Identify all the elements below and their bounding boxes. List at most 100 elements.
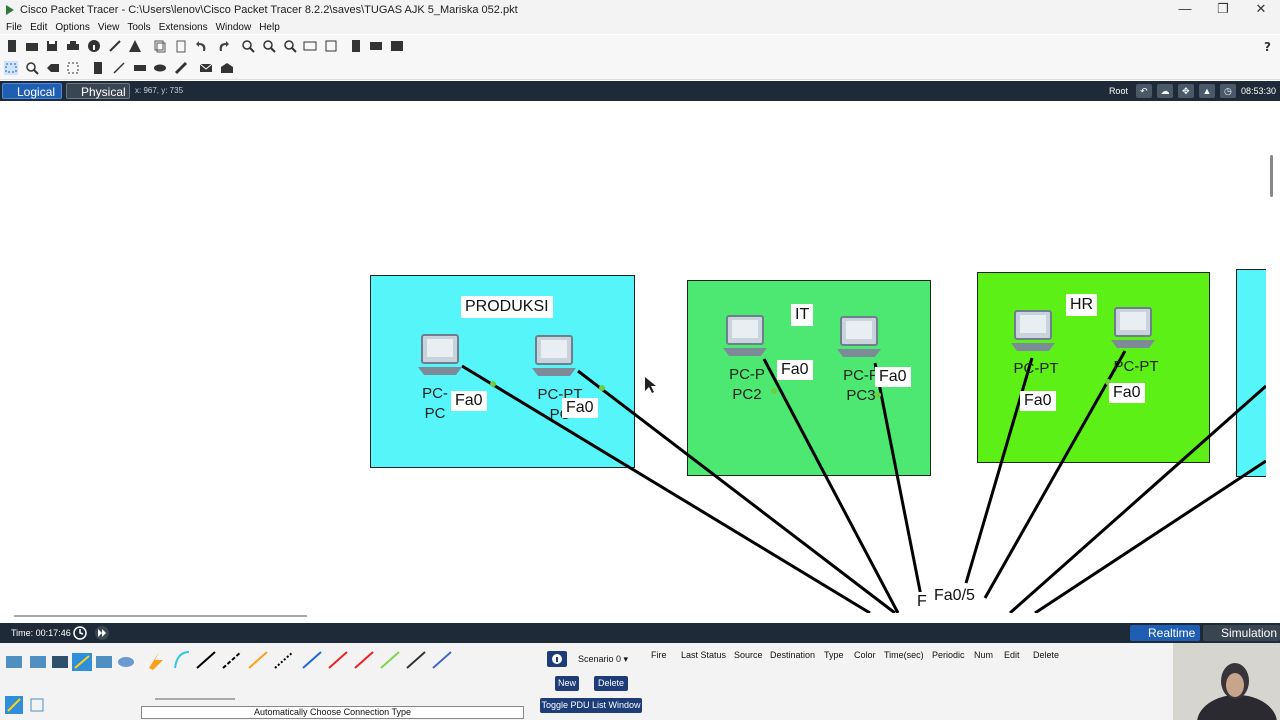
menu-bar: File Edit Options View Tools Extensions …: [0, 20, 1280, 34]
device-category-icons[interactable]: [4, 652, 136, 672]
maximize-button[interactable]: ❐: [1204, 0, 1242, 20]
delete-scenario-button[interactable]: Delete: [594, 676, 628, 691]
switch-port-label: Fa0/5: [930, 586, 979, 606]
custom-device-icon[interactable]: [324, 39, 338, 53]
print-icon[interactable]: [66, 39, 80, 53]
vertical-scrollbar[interactable]: [1266, 101, 1280, 613]
pdu-col-time: Time(sec): [884, 650, 924, 660]
tab-logical[interactable]: Logical: [2, 83, 62, 99]
image-icon[interactable]: [390, 39, 404, 53]
open-folder-icon[interactable]: [25, 39, 39, 53]
physical-tab-label: Physical: [81, 85, 126, 99]
pdu-col-num: Num: [974, 650, 994, 660]
simulation-label: Simulation: [1221, 626, 1278, 640]
menu-help[interactable]: Help: [259, 22, 280, 33]
network-info-icon[interactable]: [369, 39, 383, 53]
root-label: Root: [1108, 86, 1128, 96]
pc-icon[interactable]: [721, 314, 769, 358]
svg-text:?: ?: [1264, 40, 1271, 53]
delete-icon[interactable]: [46, 61, 60, 75]
select-icon[interactable]: [4, 61, 18, 75]
back-icon[interactable]: ↶: [1135, 84, 1152, 98]
cable-partial-b: [1034, 459, 1266, 613]
connection-type-label: Automatically Choose Connection Type: [141, 706, 524, 719]
draw-ellipse-icon[interactable]: [153, 61, 167, 75]
close-button[interactable]: ✕: [1242, 0, 1280, 20]
zoom-out-icon[interactable]: [283, 39, 297, 53]
toggle-pdu-list-button[interactable]: Toggle PDU List Window: [540, 698, 642, 713]
realtime-label: Realtime: [1148, 626, 1196, 640]
help-icon[interactable]: ?: [1261, 39, 1275, 53]
port-label: Fa0: [451, 391, 487, 411]
minimize-button[interactable]: —: [1166, 0, 1204, 20]
tab-physical[interactable]: Physical: [66, 83, 130, 99]
pdu-col-type: Type: [824, 650, 844, 660]
inspect-icon[interactable]: [25, 61, 39, 75]
notes-icon[interactable]: [349, 39, 363, 53]
save-icon[interactable]: [45, 39, 59, 53]
redo-icon[interactable]: [216, 39, 230, 53]
zoom-in-icon[interactable]: [241, 39, 255, 53]
pc-icon[interactable]: [1109, 306, 1157, 350]
pc-icon[interactable]: [1009, 309, 1057, 353]
draw-line-icon[interactable]: [112, 61, 126, 75]
menu-extensions[interactable]: Extensions: [159, 22, 208, 33]
pc-icon[interactable]: [835, 315, 883, 359]
pc-icon[interactable]: [416, 333, 464, 377]
draw-rectangle-icon[interactable]: [133, 61, 147, 75]
port-label: Fa0: [777, 360, 813, 380]
webcam-overlay: [1173, 643, 1280, 720]
cluster-icon[interactable]: ☁: [1156, 84, 1173, 98]
pc-label-hr-a: PC-PT: [1013, 360, 1059, 377]
info-icon[interactable]: [87, 39, 101, 53]
drawing-palette-icon[interactable]: [303, 39, 317, 53]
logical-workspace[interactable]: PRODUKSI IT HR PC- PC PC-PT PC PC-P PC2 …: [0, 101, 1266, 613]
move-icon[interactable]: ✥: [1177, 84, 1194, 98]
pc-icon[interactable]: [530, 334, 578, 378]
new-scenario-button[interactable]: New: [555, 676, 579, 691]
viewport-icon[interactable]: ▲: [1198, 84, 1215, 98]
cable-scroll-thumb[interactable]: [155, 698, 235, 700]
menu-options[interactable]: Options: [55, 22, 89, 33]
freeform-icon[interactable]: [174, 61, 188, 75]
realtime-mode-button[interactable]: Realtime: [1130, 625, 1200, 641]
cables-layer: [461, 350, 1266, 613]
zoom-reset-icon[interactable]: [262, 39, 276, 53]
copy-icon[interactable]: [153, 39, 167, 53]
scenario-info-icon[interactable]: [547, 651, 567, 667]
cable-types[interactable]: [145, 648, 465, 672]
port-label: Fa0: [562, 398, 598, 418]
place-note-icon[interactable]: [91, 61, 105, 75]
title-bar: Cisco Packet Tracer - C:\Users\lenov\Cis…: [0, 0, 1280, 20]
menu-window[interactable]: Window: [216, 22, 252, 33]
menu-edit[interactable]: Edit: [30, 22, 47, 33]
fast-forward-icon[interactable]: [94, 626, 110, 640]
pc-label-produksi-a: PC- PC: [422, 385, 448, 422]
pc-label-hr-b: PC-PT: [1113, 358, 1159, 375]
new-file-icon[interactable]: [5, 39, 19, 53]
activity-icon[interactable]: [128, 39, 142, 53]
wizard-icon[interactable]: [108, 39, 122, 53]
port-label: Fa0: [1109, 383, 1145, 403]
pc-label-it-a: PC-P PC2: [729, 366, 765, 403]
cable-produksi-a: [461, 364, 871, 613]
power-cycle-icon[interactable]: [73, 626, 87, 640]
menu-file[interactable]: File: [6, 22, 22, 33]
connection-type-icons[interactable]: [5, 696, 45, 714]
horizontal-scroll-thumb[interactable]: [14, 615, 307, 617]
paste-icon[interactable]: [174, 39, 188, 53]
add-complex-pdu-icon[interactable]: [220, 61, 234, 75]
resize-icon[interactable]: [66, 61, 80, 75]
logical-tab-label: Logical: [17, 85, 56, 99]
clock: 08:53:30: [1240, 86, 1276, 96]
menu-tools[interactable]: Tools: [127, 22, 150, 33]
add-simple-pdu-icon[interactable]: [199, 61, 213, 75]
simulation-mode-button[interactable]: Simulation: [1203, 625, 1280, 641]
menu-view[interactable]: View: [98, 22, 120, 33]
chevron-down-icon: ▾: [623, 654, 629, 664]
pdu-col-destination: Destination: [770, 650, 816, 660]
scenario-select[interactable]: Scenario 0 ▾: [574, 652, 636, 666]
workspace-nav-bar: Logical Physical x: 967, y: 735 Root ↶ ☁…: [0, 81, 1280, 101]
undo-icon[interactable]: [195, 39, 209, 53]
vertical-scroll-thumb[interactable]: [1270, 155, 1273, 197]
